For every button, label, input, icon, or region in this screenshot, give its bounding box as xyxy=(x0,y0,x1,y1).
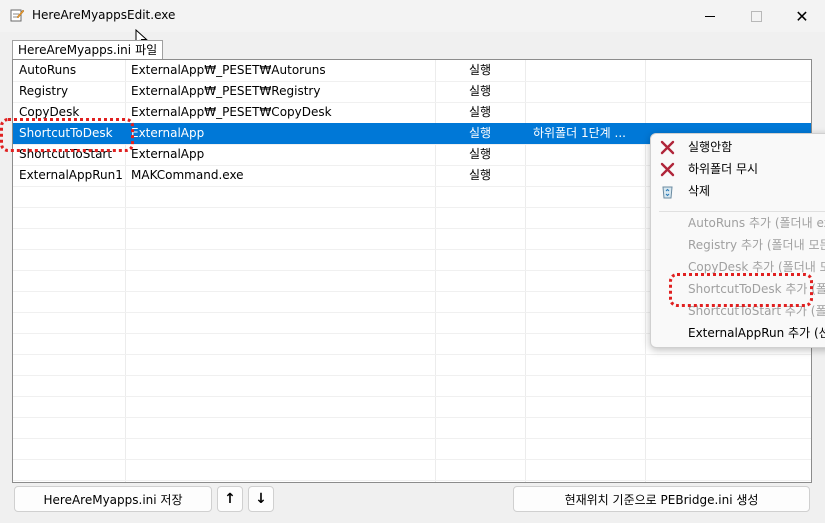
empty-row xyxy=(13,417,811,439)
menu-item-label: 실행안함 xyxy=(688,140,733,154)
menu-item-label: 하위폴더 무시 xyxy=(688,162,759,176)
menu-item-ignore-subfolder[interactable]: 하위폴더 무시 xyxy=(651,158,825,180)
menu-item-add-registry: Registry 추가 (폴더내 모든 xyxy=(651,234,825,256)
cell-option: 하위폴더 1단계 ... xyxy=(533,126,626,140)
minimize-button[interactable] xyxy=(687,0,733,32)
close-button[interactable]: ✕ xyxy=(779,0,825,32)
cell-path: ExternalApp₩_PESET₩Registry xyxy=(131,84,321,98)
cell-path: ExternalApp₩_PESET₩CopyDesk xyxy=(131,105,332,119)
table-row[interactable]: AutoRuns ExternalApp₩_PESET₩Autoruns 실행 xyxy=(13,60,811,82)
menu-item-add-externalapprun[interactable]: ExternalAppRun 추가 (선택 xyxy=(651,322,825,344)
arrow-up-icon: ↑ xyxy=(224,491,236,507)
cell-option xyxy=(525,102,645,123)
menu-item-label: AutoRuns 추가 (폴더내 ex xyxy=(688,216,825,230)
cell-option xyxy=(525,144,645,165)
move-down-button[interactable]: ↓ xyxy=(248,486,274,512)
recycle-bin-icon xyxy=(662,186,673,199)
highlight-annotation xyxy=(0,118,134,152)
cell-action: 실행 xyxy=(468,84,492,98)
move-up-button[interactable]: ↑ xyxy=(217,486,243,512)
tab-ini-file[interactable]: HereAreMyapps.ini 파일 xyxy=(12,40,164,60)
cell-name: Registry xyxy=(19,84,69,98)
window-title: HereAreMyappsEdit.exe xyxy=(32,8,176,22)
save-button-label: HereAreMyapps.ini 저장 xyxy=(43,492,183,507)
empty-row xyxy=(13,438,811,460)
minimize-icon xyxy=(705,15,715,17)
menu-item-delete[interactable]: 삭제 xyxy=(651,180,825,202)
table-row[interactable]: Registry ExternalApp₩_PESET₩Registry 실행 xyxy=(13,81,811,103)
cell-action: 실행 xyxy=(468,126,492,140)
cell-option xyxy=(525,60,645,81)
menu-item-label: ExternalAppRun 추가 (선택 xyxy=(688,326,825,340)
save-ini-button[interactable]: HereAreMyapps.ini 저장 xyxy=(14,486,212,512)
notepad-pencil-icon xyxy=(10,9,24,22)
maximize-button[interactable] xyxy=(733,0,779,32)
context-menu: 실행안함 하위폴더 무시 삭제 AutoRuns 추가 (폴더내 ex Regi… xyxy=(650,133,825,348)
tab-filename: HereAreMyapps.ini xyxy=(18,43,132,57)
cell-option xyxy=(525,165,645,186)
arrow-down-icon: ↓ xyxy=(255,491,267,507)
generate-button-label: 현재위치 기준으로 PEBridge.ini 생성 xyxy=(564,492,759,507)
empty-row xyxy=(13,459,811,481)
x-mark-icon xyxy=(660,162,675,177)
cell-name: ExternalAppRun1 xyxy=(19,168,123,182)
empty-row xyxy=(13,375,811,397)
menu-item-no-run[interactable]: 실행안함 xyxy=(651,136,825,158)
maximize-icon xyxy=(750,10,762,22)
cell-path: ExternalApp xyxy=(131,147,205,161)
cell-option xyxy=(525,81,645,102)
highlight-annotation xyxy=(669,273,813,307)
tab-suffix: 파일 xyxy=(135,43,158,57)
cell-action: 실행 xyxy=(468,63,492,77)
cell-action: 실행 xyxy=(468,105,492,119)
cell-action: 실행 xyxy=(468,168,492,182)
generate-pebridge-button[interactable]: 현재위치 기준으로 PEBridge.ini 생성 xyxy=(513,486,810,512)
cell-path: ExternalApp₩_PESET₩Autoruns xyxy=(131,63,326,77)
cell-path: MAKCommand.exe xyxy=(131,168,244,182)
menu-item-label: Registry 추가 (폴더내 모든 xyxy=(688,238,825,252)
empty-row xyxy=(13,354,811,376)
cell-name: AutoRuns xyxy=(19,63,77,77)
menu-item-add-autoruns: AutoRuns 추가 (폴더내 ex xyxy=(651,212,825,234)
cell-action: 실행 xyxy=(468,147,492,161)
close-icon: ✕ xyxy=(795,6,809,26)
empty-row xyxy=(13,396,811,418)
menu-item-label: 삭제 xyxy=(688,184,711,198)
x-mark-icon xyxy=(660,140,675,155)
cell-path: ExternalApp xyxy=(131,126,205,140)
title-bar: HereAreMyappsEdit.exe ✕ xyxy=(0,0,825,32)
